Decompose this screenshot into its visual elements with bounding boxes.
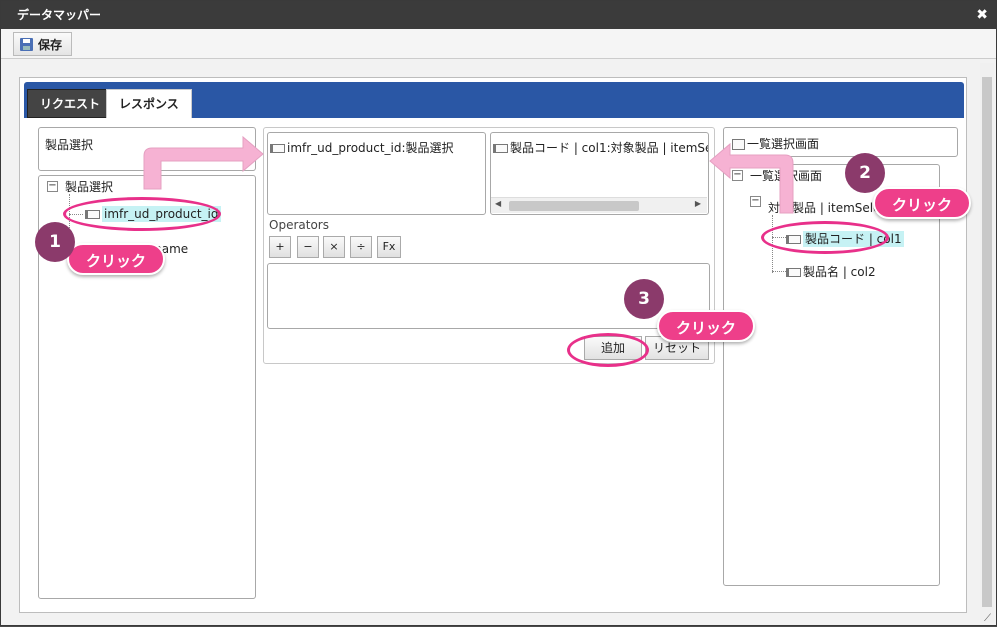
arrow-left-shape [709, 142, 794, 214]
arrow-overlay [143, 135, 794, 214]
highlight-ring-step3 [567, 333, 649, 367]
step-badge-1: 1 [35, 222, 75, 262]
callout-click-2: クリック [873, 187, 971, 219]
arrow-right-shape [143, 135, 264, 190]
highlight-ring-step1 [63, 197, 221, 231]
data-mapper-window: データマッパー ✖ 保存 リクエスト レスポンス 製品選択 − 製品選択 imf… [0, 0, 997, 626]
callout-click-3: クリック [657, 310, 755, 342]
highlight-ring-step2 [761, 221, 889, 254]
step-badge-2: 2 [845, 153, 885, 193]
step-badge-3: 3 [624, 279, 664, 319]
callout-click-1: クリック [67, 243, 165, 275]
